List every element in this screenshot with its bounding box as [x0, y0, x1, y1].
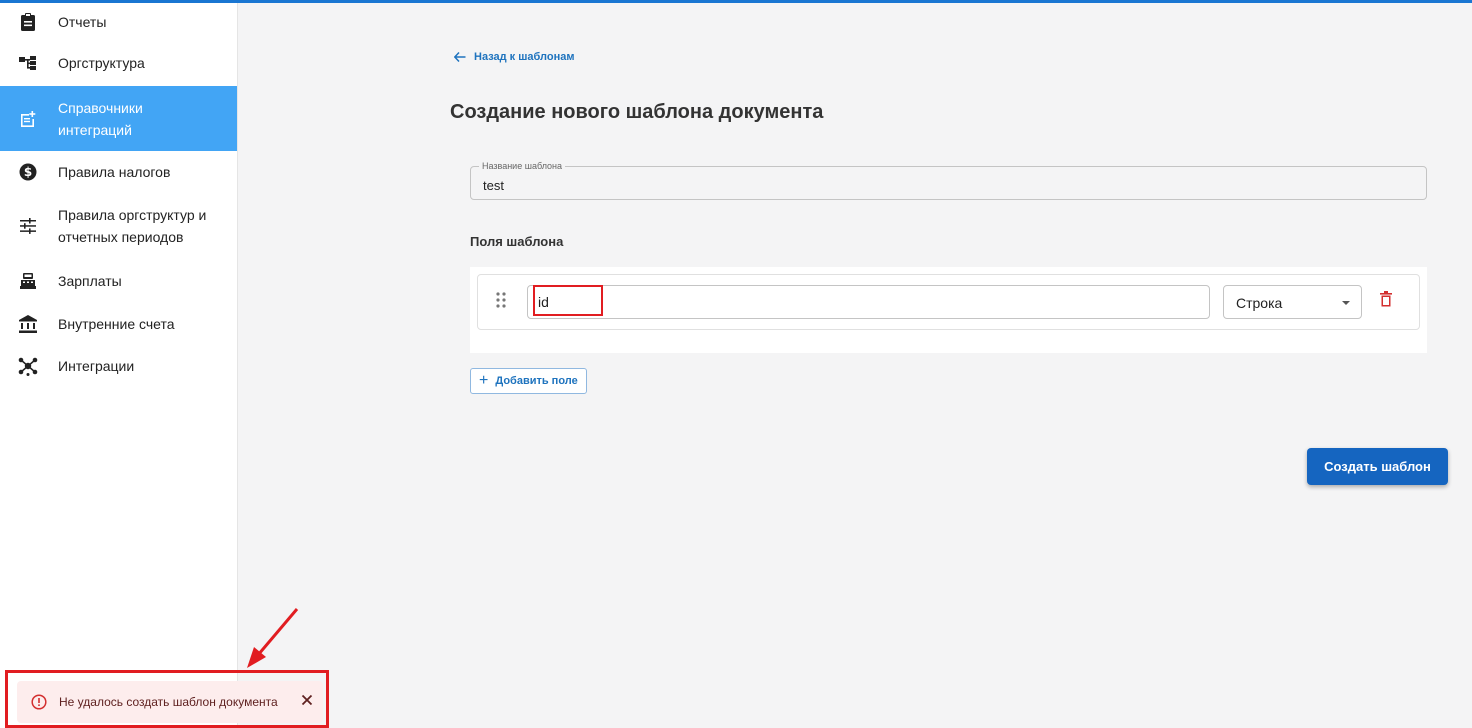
- sidebar-item-integration-directories[interactable]: Справочники интеграций: [0, 86, 237, 151]
- org-tree-icon: [16, 51, 40, 75]
- template-name-label: Название шаблона: [479, 161, 566, 171]
- delete-field-button[interactable]: [1380, 291, 1392, 312]
- sidebar-item-org-rules[interactable]: Правила оргструктур и отчетных периодов: [0, 192, 237, 260]
- add-field-button[interactable]: + Добавить поле: [470, 368, 587, 394]
- sidebar-item-label: Интеграции: [58, 358, 135, 374]
- back-link-label: Назад к шаблонам: [474, 51, 575, 63]
- close-toast-button[interactable]: [301, 694, 313, 709]
- trash-icon: [1380, 291, 1392, 307]
- sidebar-item-orgstructure[interactable]: Оргструктура: [0, 40, 237, 86]
- sidebar-item-salaries[interactable]: Зарплаты: [0, 260, 237, 302]
- field-type-select[interactable]: Строка: [1223, 285, 1362, 319]
- dollar-circle-icon: $: [16, 160, 40, 184]
- main-content: Назад к шаблонам Создание нового шаблона…: [238, 3, 1472, 728]
- sidebar-item-reports[interactable]: Отчеты: [0, 3, 237, 40]
- close-icon: [301, 694, 313, 706]
- sidebar: Отчеты Оргструктура Справочники интеграц…: [0, 3, 238, 728]
- error-toast: Не удалось создать шаблон документа: [17, 681, 323, 723]
- sidebar-item-label: Справочники интеграций: [58, 99, 143, 138]
- template-name-field[interactable]: Название шаблона test: [470, 161, 1427, 200]
- calculator-icon: [16, 269, 40, 293]
- arrow-left-icon: [454, 52, 466, 62]
- sidebar-item-label: Правила оргструктур и отчетных периодов: [58, 207, 207, 245]
- sidebar-item-internal-accounts[interactable]: Внутренние счета: [0, 302, 237, 346]
- add-field-label: Добавить поле: [495, 375, 578, 387]
- field-name-input[interactable]: id: [527, 285, 1210, 319]
- svg-text:$: $: [24, 165, 32, 179]
- back-to-templates-link[interactable]: Назад к шаблонам: [454, 51, 575, 63]
- create-template-button[interactable]: Создать шаблон: [1307, 448, 1448, 485]
- clipboard-icon: [16, 10, 40, 34]
- sidebar-item-tax-rules[interactable]: $ Правила налогов: [0, 151, 237, 192]
- fields-panel: id Строка: [470, 267, 1427, 353]
- page-title: Создание нового шаблона документа: [450, 101, 824, 123]
- sidebar-item-label: Правила налогов: [58, 163, 171, 180]
- sidebar-item-label: Оргструктура: [58, 55, 145, 71]
- sidebar-item-label: Отчеты: [58, 13, 107, 30]
- caret-down-icon: [1342, 301, 1350, 305]
- template-field-row: id Строка: [477, 274, 1420, 330]
- sidebar-item-label: Зарплаты: [58, 273, 122, 289]
- sidebar-item-integrations[interactable]: Интеграции: [0, 346, 237, 386]
- toast-message: Не удалось создать шаблон документа: [59, 695, 278, 709]
- hub-icon: [16, 354, 40, 378]
- post-add-icon: [16, 107, 40, 131]
- error-outline-icon: [31, 694, 47, 710]
- fields-section-title: Поля шаблона: [470, 234, 564, 249]
- field-type-value: Строка: [1236, 295, 1283, 311]
- tune-icon: [16, 214, 40, 238]
- bank-icon: [16, 312, 40, 336]
- drag-handle-icon[interactable]: [496, 292, 506, 313]
- sidebar-item-label: Внутренние счета: [58, 316, 175, 332]
- plus-icon: +: [479, 372, 489, 389]
- annotation-highlight-box: [533, 285, 603, 316]
- template-name-value: test: [483, 178, 504, 193]
